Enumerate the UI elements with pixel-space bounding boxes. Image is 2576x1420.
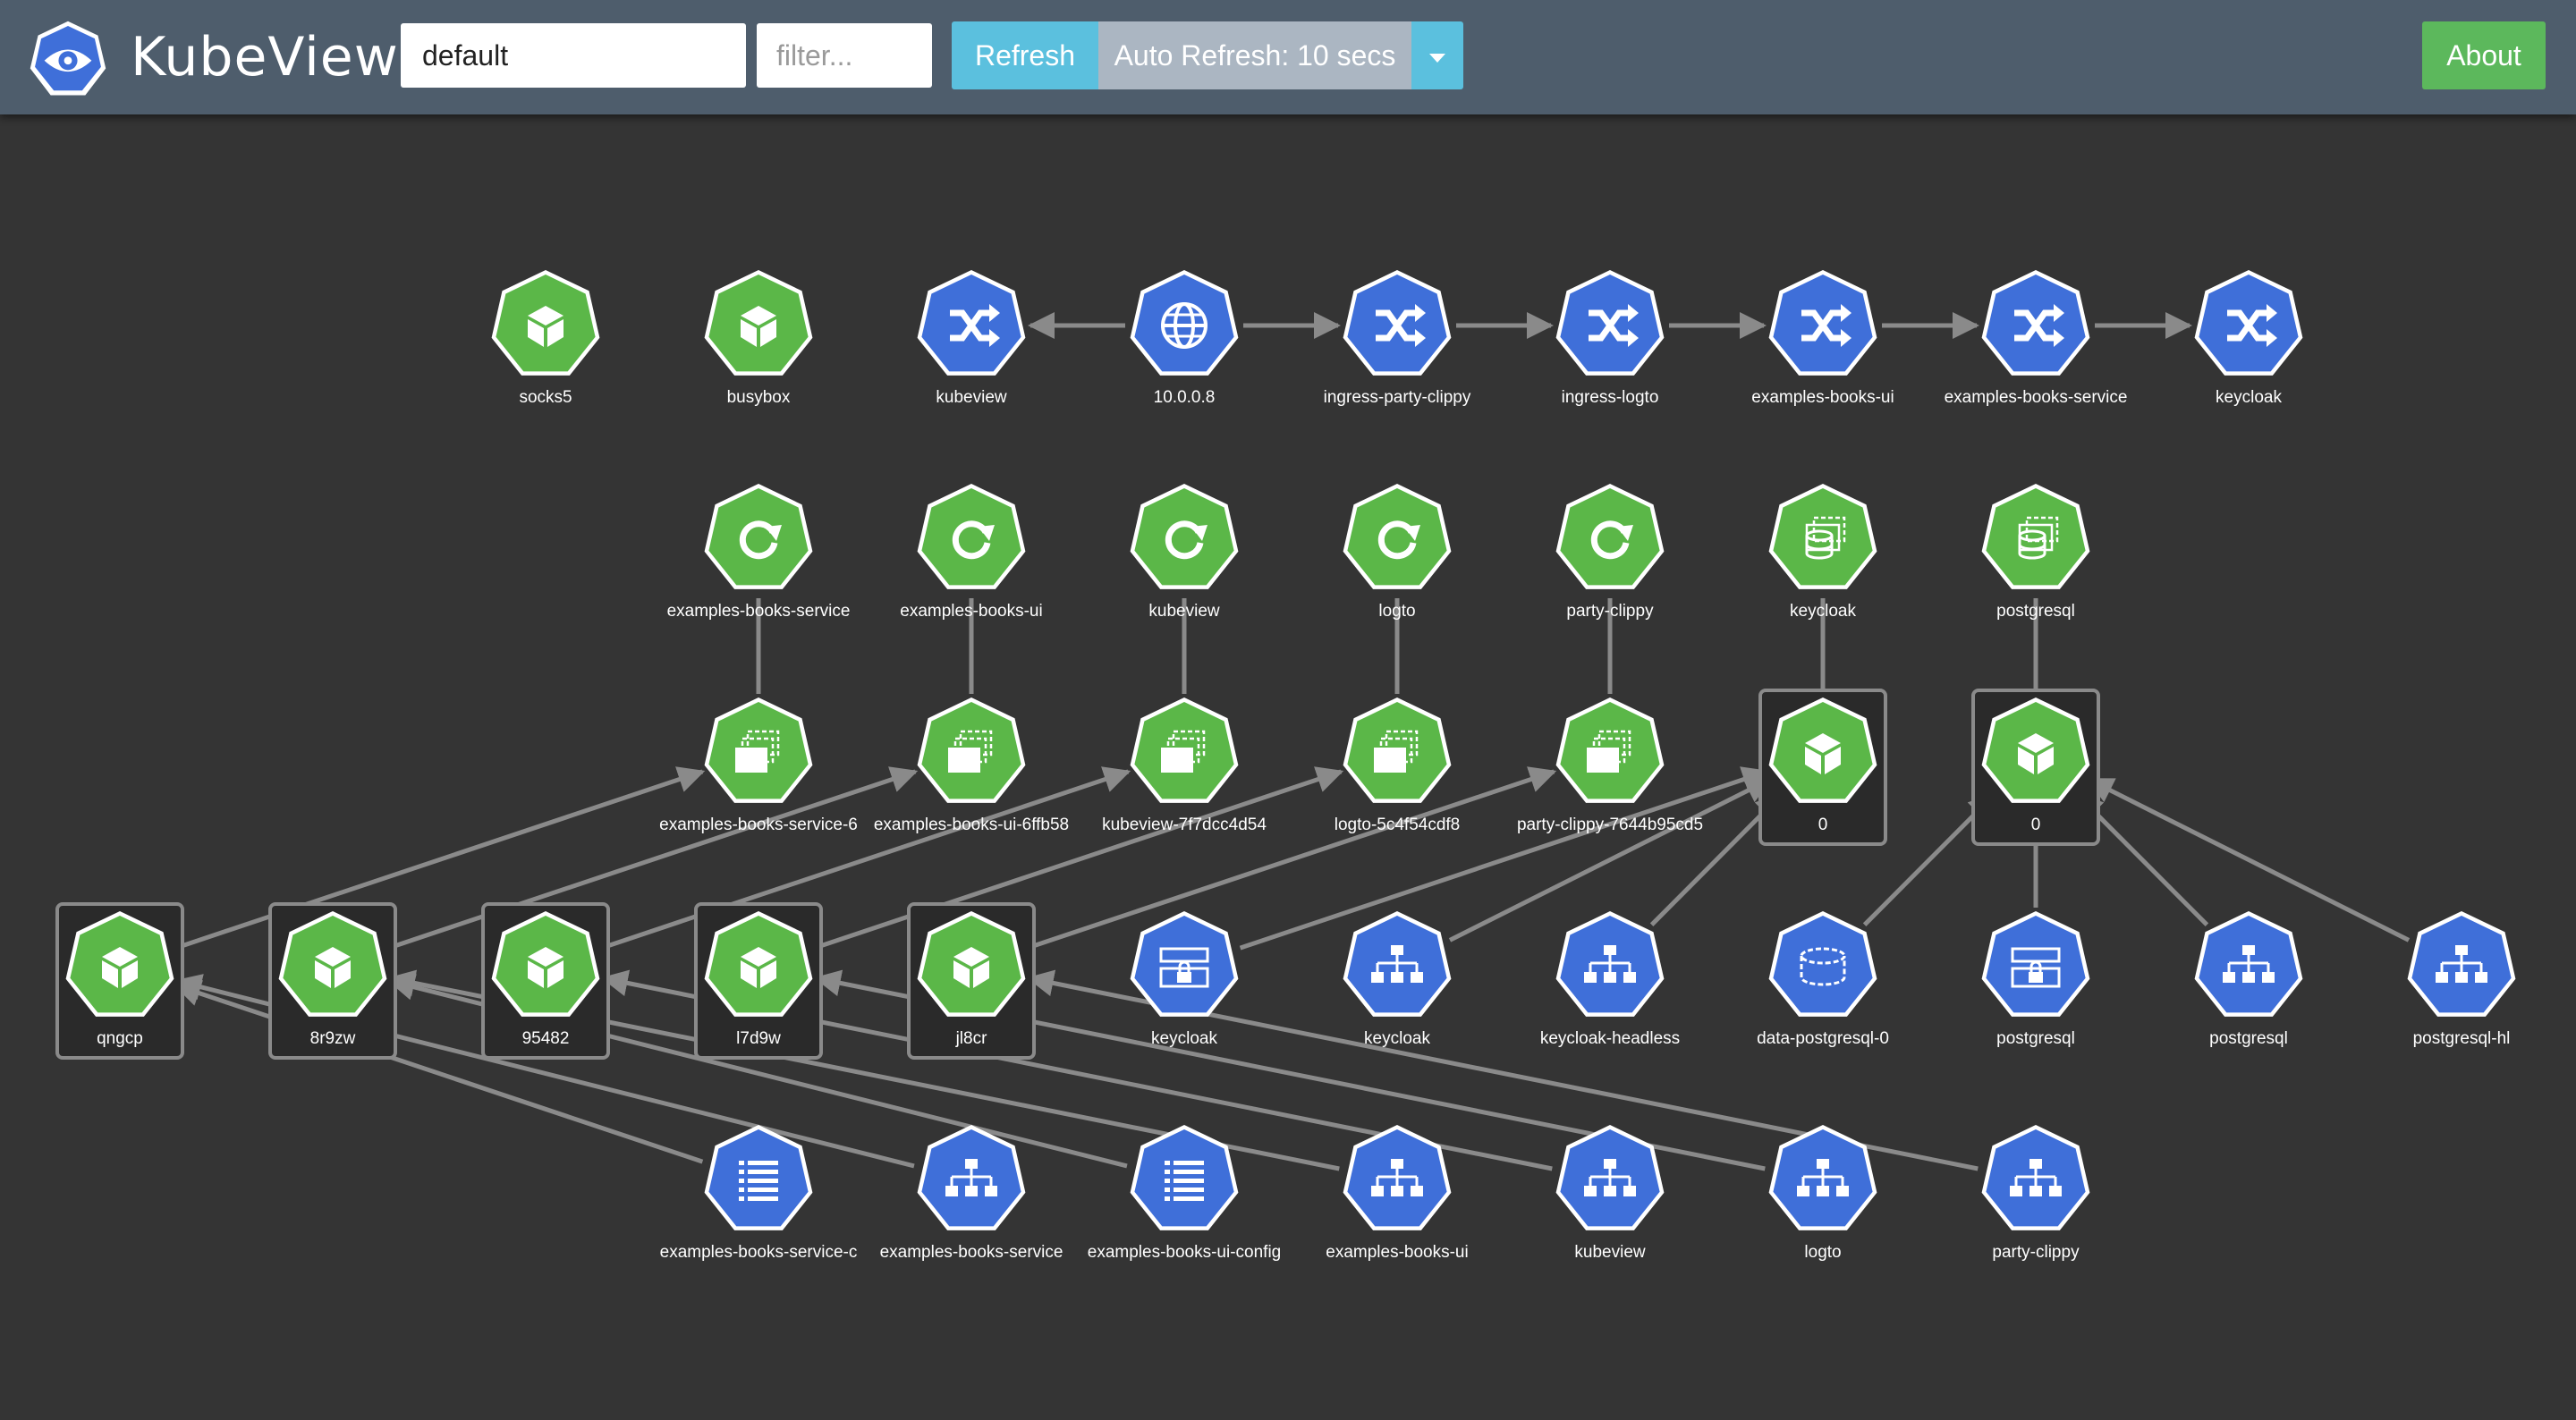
node-label: 95482 — [522, 1029, 570, 1048]
namespace-input[interactable] — [401, 23, 746, 88]
graph-edge — [174, 766, 706, 951]
node-label: keycloak — [1151, 1029, 1217, 1048]
node-label: postgresql — [1996, 602, 2075, 621]
graph-node-ip[interactable]: 10.0.0.8 — [1130, 270, 1239, 407]
node-label: examples-books-ui — [1751, 388, 1894, 407]
graph-node-socks5[interactable]: socks5 — [491, 270, 600, 407]
node-label: party-clippy-7644b95cd5 — [1517, 816, 1703, 834]
graph-edge — [387, 766, 919, 951]
graph-node-rs-logto[interactable]: logto-5c4f54cdf8 — [1335, 697, 1461, 834]
node-label: kubeview — [936, 388, 1006, 407]
graph-node-cm-examples-books-ui[interactable]: examples-books-ui-config — [1088, 1125, 1282, 1262]
graph-node-ep-party-clippy[interactable]: party-clippy — [1981, 1125, 2090, 1262]
graph-node-pod-qngcp[interactable]: qngcp — [55, 902, 184, 1060]
node-label: examples-books-ui — [1326, 1243, 1468, 1262]
node-label: jl8cr — [955, 1029, 988, 1048]
node-label: postgresql — [1996, 1029, 2075, 1048]
node-label: kubeview — [1574, 1243, 1645, 1262]
node-label: party-clippy — [1992, 1243, 2080, 1262]
node-label: 0 — [1818, 816, 1828, 834]
node-label: keycloak — [1364, 1029, 1430, 1048]
graph-edge — [173, 980, 704, 1164]
node-label: postgresql-hl — [2413, 1029, 2511, 1048]
graph-node-ep-logto[interactable]: logto — [1768, 1125, 1877, 1262]
node-label: busybox — [727, 388, 791, 407]
node-label: postgresql — [2209, 1029, 2288, 1048]
graph-node-svc-postgresql[interactable]: postgresql — [2194, 911, 2303, 1048]
graph-node-ep-kubeview[interactable]: kubeview — [1555, 1125, 1665, 1262]
graph-node-svc-ingress-party-clippy[interactable]: ingress-party-clippy — [1324, 270, 1471, 407]
node-label: examples-books-ui-config — [1088, 1243, 1282, 1262]
graph-node-busybox[interactable]: busybox — [704, 270, 813, 407]
node-label: examples-books-service-6 — [659, 816, 858, 834]
node-label: kubeview-7f7dcc4d54 — [1102, 816, 1267, 834]
graph-node-pod-keycloak-0[interactable]: 0 — [1758, 689, 1887, 846]
graph-edge — [1239, 766, 1770, 951]
graph-node-rs-examples-books-ui[interactable]: examples-books-ui-6ffb58 — [874, 697, 1069, 834]
node-label: ingress-logto — [1562, 388, 1659, 407]
cluster-graph-canvas[interactable]: socks5 busybox kubeview 10.0.0.8 ingress-par… — [0, 114, 2576, 1420]
node-layer: socks5 busybox kubeview 10.0.0.8 ingress-par… — [55, 270, 2516, 1262]
graph-edge — [1026, 766, 1557, 951]
node-label: kubeview — [1148, 602, 1219, 621]
node-label: logto — [1804, 1243, 1841, 1262]
app-title: KubeView — [131, 26, 399, 89]
eye-logo-icon — [30, 21, 106, 96]
graph-node-pod-l7d9w[interactable]: l7d9w — [694, 902, 823, 1060]
graph-node-svc-kubeview[interactable]: kubeview — [917, 270, 1026, 407]
node-label: examples-books-service — [667, 602, 851, 621]
node-label: data-postgresql-0 — [1757, 1029, 1889, 1048]
graph-node-svc-postgresql-hl[interactable]: postgresql-hl — [2407, 911, 2516, 1048]
graph-node-svc-examples-books-service[interactable]: examples-books-service — [1945, 270, 2128, 407]
graph-edge — [813, 766, 1344, 951]
graph-node-rs-party-clippy[interactable]: party-clippy-7644b95cd5 — [1517, 697, 1703, 834]
graph-node-rs-examples-books-service[interactable]: examples-books-service-6 — [659, 697, 858, 834]
node-label: examples-books-ui-6ffb58 — [874, 816, 1069, 834]
node-label: examples-books-service — [1945, 388, 2128, 407]
graph-node-pod-8r9zw[interactable]: 8r9zw — [268, 902, 397, 1060]
node-label: ingress-party-clippy — [1324, 388, 1471, 407]
caret-down-icon — [1429, 53, 1445, 63]
node-label: logto-5c4f54cdf8 — [1335, 816, 1461, 834]
graph-node-pod-jl8cr[interactable]: jl8cr — [907, 902, 1036, 1060]
node-label: 10.0.0.8 — [1154, 388, 1216, 407]
graph-node-pod-postgresql-0[interactable]: 0 — [1971, 689, 2100, 846]
node-label: examples-books-ui — [900, 602, 1042, 621]
graph-node-svc-examples-books-ui[interactable]: examples-books-ui — [1751, 270, 1894, 407]
graph-node-pod-95482[interactable]: 95482 — [481, 902, 610, 1060]
graph-node-pvc-data-postgresql-0[interactable]: data-postgresql-0 — [1757, 911, 1889, 1048]
node-label: keycloak — [1790, 602, 1856, 621]
graph-node-rs-kubeview[interactable]: kubeview-7f7dcc4d54 — [1102, 697, 1267, 834]
graph-node-svc-keycloak-headless[interactable]: keycloak-headless — [1540, 911, 1680, 1048]
node-label: logto — [1378, 602, 1415, 621]
graph-node-secret-keycloak[interactable]: keycloak — [1130, 911, 1239, 1048]
graph-node-svc-ingress-logto[interactable]: ingress-logto — [1555, 270, 1665, 407]
graph-edge — [600, 766, 1131, 951]
top-navbar: KubeView Refresh Auto Refresh: 10 secs A… — [0, 0, 2576, 114]
node-label: l7d9w — [736, 1029, 781, 1048]
graph-node-svc2-keycloak[interactable]: keycloak — [1343, 911, 1452, 1048]
about-button[interactable]: About — [2422, 21, 2546, 89]
node-label: party-clippy — [1566, 602, 1654, 621]
graph-node-svc-keycloak[interactable]: keycloak — [2194, 270, 2303, 407]
auto-refresh-button[interactable]: Auto Refresh: 10 secs — [1098, 21, 1411, 89]
node-label: qngcp — [97, 1029, 143, 1048]
node-label: keycloak — [2216, 388, 2282, 407]
node-label: keycloak-headless — [1540, 1029, 1680, 1048]
auto-refresh-dropdown-toggle[interactable] — [1411, 21, 1463, 89]
filter-input[interactable] — [757, 23, 932, 88]
node-label: socks5 — [519, 388, 572, 407]
graph-node-ep-examples-books-service[interactable]: examples-books-service — [880, 1125, 1063, 1262]
node-label: examples-books-service-c — [660, 1243, 858, 1262]
refresh-button[interactable]: Refresh — [952, 21, 1098, 89]
node-label: examples-books-service — [880, 1243, 1063, 1262]
graph-node-secret-postgresql[interactable]: postgresql — [1981, 911, 2090, 1048]
node-label: 8r9zw — [310, 1029, 356, 1048]
node-label: 0 — [2031, 816, 2041, 834]
